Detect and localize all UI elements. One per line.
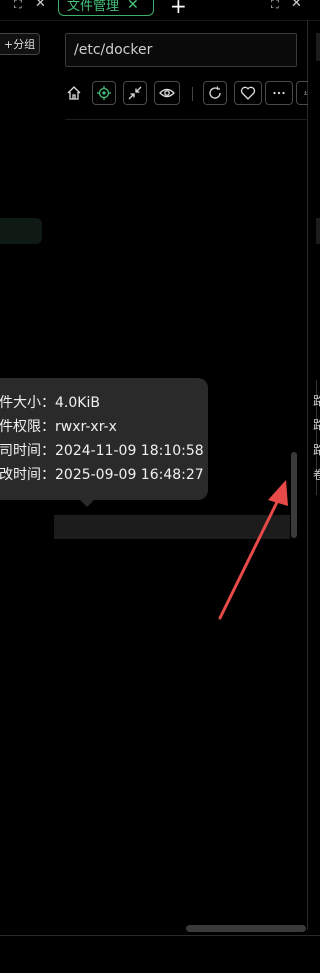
tooltip-arrow bbox=[80, 500, 94, 507]
path-input[interactable] bbox=[65, 33, 297, 67]
tooltip-value: 2025-09-09 16:48:27 bbox=[55, 467, 204, 483]
upload-icon bbox=[303, 91, 308, 95]
file-info-tooltip: 件大小： 4.0KiB 件权限： rwxr-xr-x 司时间： 2024-11-… bbox=[0, 378, 208, 500]
right-text-fragment: 路 bbox=[313, 443, 320, 457]
right-text-fragment: 路 bbox=[313, 418, 320, 432]
tooltip-row-modified: 改时间： 2025-09-09 16:48:27 bbox=[0, 463, 208, 487]
more-icon bbox=[273, 91, 285, 95]
toggle-hidden-button[interactable] bbox=[154, 81, 180, 105]
refresh-icon bbox=[209, 86, 221, 99]
eye-icon bbox=[159, 88, 175, 98]
refresh-button[interactable] bbox=[203, 81, 227, 105]
tab-close-icon[interactable]: ✕ bbox=[127, 0, 139, 13]
tooltip-row-permission: 件权限： rwxr-xr-x bbox=[0, 415, 208, 439]
right-text-fragment: 卷 bbox=[313, 468, 320, 482]
bottom-divider bbox=[0, 935, 320, 936]
tooltip-value: 4.0KiB bbox=[55, 395, 100, 411]
panel-divider bbox=[307, 20, 308, 930]
right-panel-row-edge bbox=[316, 218, 320, 244]
tooltip-label: 改时间： bbox=[0, 467, 55, 483]
heart-icon bbox=[240, 86, 256, 100]
right-text-fragment: 路 bbox=[313, 394, 320, 408]
tab-file-manager[interactable]: 文件管理 ✕ bbox=[58, 0, 154, 16]
home-button[interactable] bbox=[62, 81, 86, 105]
annotation-arrow-icon bbox=[218, 480, 288, 620]
maximize-icon[interactable]: ⛶ bbox=[271, 0, 279, 10]
maximize-icon[interactable]: ⛶ bbox=[14, 0, 22, 10]
toolbar-divider bbox=[65, 119, 307, 120]
tooltip-label: 件权限： bbox=[0, 419, 55, 435]
tab-label: 文件管理 bbox=[67, 0, 120, 14]
left-selected-item[interactable] bbox=[0, 218, 42, 244]
tooltip-row-created: 司时间： 2024-11-09 18:10:58 bbox=[0, 439, 208, 463]
favorite-button[interactable] bbox=[234, 81, 262, 105]
tooltip-label: 司时间： bbox=[0, 443, 55, 459]
home-icon bbox=[67, 86, 81, 100]
close-icon[interactable]: ✕ bbox=[291, 0, 302, 10]
add-group-button[interactable]: +分组 bbox=[0, 33, 40, 55]
toolbar-separator bbox=[192, 87, 193, 101]
horizontal-scrollbar[interactable] bbox=[186, 925, 306, 932]
locate-icon bbox=[97, 86, 111, 100]
right-panel-input-edge bbox=[316, 33, 320, 61]
tooltip-label: 件大小： bbox=[0, 395, 55, 411]
tooltip-value: 2024-11-09 18:10:58 bbox=[55, 443, 204, 459]
collapse-button[interactable] bbox=[123, 81, 147, 105]
upload-button[interactable] bbox=[296, 81, 308, 105]
tooltip-value: rwxr-xr-x bbox=[55, 419, 117, 435]
collapse-icon bbox=[128, 86, 142, 100]
more-button[interactable] bbox=[265, 81, 293, 105]
divider bbox=[0, 20, 320, 21]
locate-button[interactable] bbox=[92, 81, 116, 105]
close-icon[interactable]: ✕ bbox=[35, 0, 46, 10]
tooltip-row-size: 件大小： 4.0KiB bbox=[0, 391, 208, 415]
add-tab-button[interactable]: + bbox=[170, 0, 187, 18]
